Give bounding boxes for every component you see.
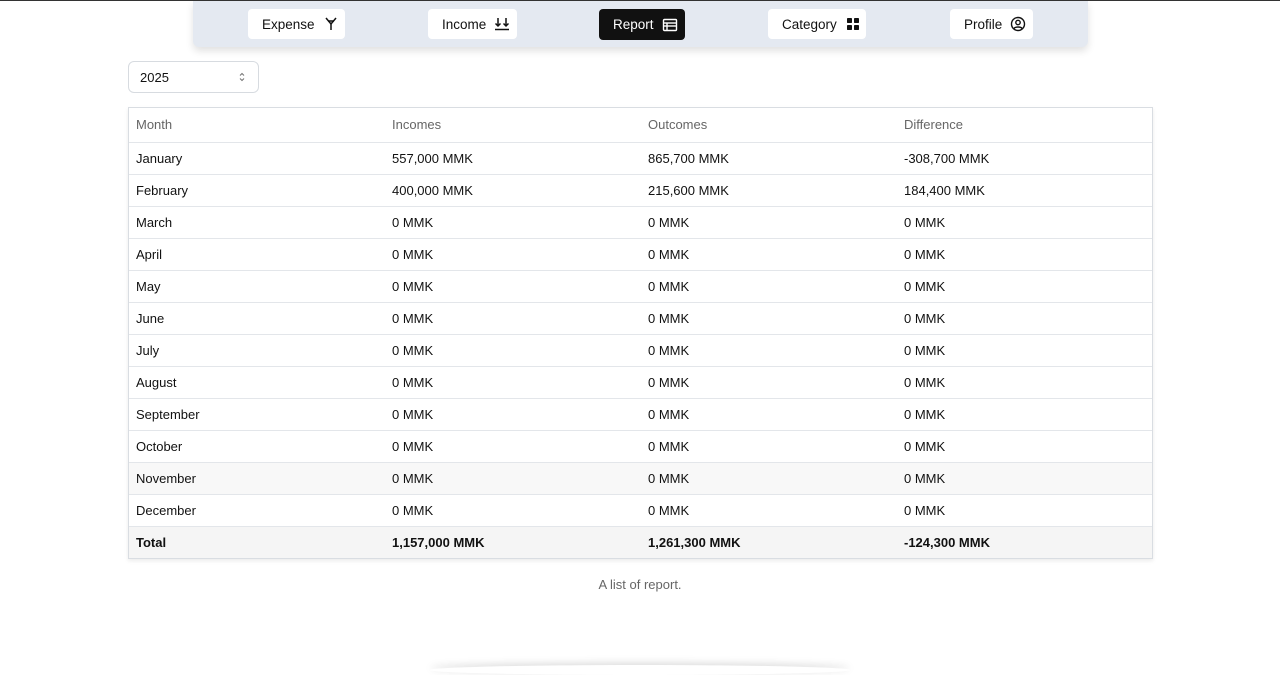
category-grid-icon <box>845 16 861 32</box>
cell-month: January <box>129 142 385 175</box>
table-row: March 0 MMK 0 MMK 0 MMK <box>129 206 1152 239</box>
header-outcomes: Outcomes <box>641 108 897 143</box>
cell-incomes: 0 MMK <box>385 270 641 303</box>
table-row: February 400,000 MMK 215,600 MMK 184,400… <box>129 174 1152 207</box>
cell-month: August <box>129 366 385 399</box>
cell-month: July <box>129 334 385 367</box>
cell-month: May <box>129 270 385 303</box>
cell-month: September <box>129 398 385 431</box>
profile-user-icon <box>1010 16 1026 32</box>
cell-incomes: 0 MMK <box>385 366 641 399</box>
cell-difference: 0 MMK <box>897 494 1152 527</box>
chevron-up-down-icon <box>238 71 246 83</box>
nav-profile-label: Profile <box>964 16 1003 32</box>
report-table-icon <box>662 17 678 33</box>
cell-incomes: 0 MMK <box>385 302 641 335</box>
cell-outcomes: 0 MMK <box>641 238 897 271</box>
cell-outcomes: 0 MMK <box>641 462 897 495</box>
cell-outcomes: 0 MMK <box>641 302 897 335</box>
cell-outcomes: 0 MMK <box>641 206 897 239</box>
table-row: September 0 MMK 0 MMK 0 MMK <box>129 398 1152 431</box>
cell-incomes: 0 MMK <box>385 430 641 463</box>
cell-difference: 0 MMK <box>897 462 1152 495</box>
table-row: January 557,000 MMK 865,700 MMK -308,700… <box>129 142 1152 175</box>
cell-month: March <box>129 206 385 239</box>
cell-month: November <box>129 462 385 495</box>
nav-income-button[interactable]: Income <box>428 9 517 39</box>
cell-incomes: 0 MMK <box>385 398 641 431</box>
cell-incomes: 0 MMK <box>385 206 641 239</box>
cell-month: February <box>129 174 385 207</box>
cell-outcomes: 0 MMK <box>641 366 897 399</box>
nav-expense-label: Expense <box>262 16 315 32</box>
table-header-row: Month Incomes Outcomes Difference <box>129 108 1152 143</box>
cell-difference: 0 MMK <box>897 366 1152 399</box>
cell-difference: 0 MMK <box>897 238 1152 271</box>
cell-incomes: 0 MMK <box>385 462 641 495</box>
cell-difference: 0 MMK <box>897 430 1152 463</box>
table-row: May 0 MMK 0 MMK 0 MMK <box>129 270 1152 303</box>
cell-outcomes: 0 MMK <box>641 494 897 527</box>
table-caption: A list of report. <box>598 577 682 592</box>
table-total-row: Total 1,157,000 MMK 1,261,300 MMK -124,3… <box>129 526 1152 558</box>
total-outcomes: 1,261,300 MMK <box>641 526 897 558</box>
cell-month: April <box>129 238 385 271</box>
table-row: October 0 MMK 0 MMK 0 MMK <box>129 430 1152 463</box>
cell-outcomes: 865,700 MMK <box>641 142 897 175</box>
cell-month: October <box>129 430 385 463</box>
cell-incomes: 0 MMK <box>385 494 641 527</box>
cell-difference: -308,700 MMK <box>897 142 1152 175</box>
table-row: December 0 MMK 0 MMK 0 MMK <box>129 494 1152 527</box>
header-month: Month <box>129 108 385 143</box>
table-row: November 0 MMK 0 MMK 0 MMK <box>129 462 1152 495</box>
table-row: April 0 MMK 0 MMK 0 MMK <box>129 238 1152 271</box>
total-label: Total <box>129 526 385 558</box>
cell-difference: 184,400 MMK <box>897 174 1152 207</box>
total-difference: -124,300 MMK <box>897 526 1152 558</box>
header-difference: Difference <box>897 108 1152 143</box>
nav-income-label: Income <box>442 16 487 32</box>
nav-expense-button[interactable]: Expense <box>248 9 345 39</box>
nav-category-button[interactable]: Category <box>768 9 866 39</box>
top-nav: Expense Income Report Category Profile <box>193 1 1088 47</box>
header-incomes: Incomes <box>385 108 641 143</box>
table-row: July 0 MMK 0 MMK 0 MMK <box>129 334 1152 367</box>
cell-incomes: 0 MMK <box>385 238 641 271</box>
cell-incomes: 0 MMK <box>385 334 641 367</box>
nav-profile-button[interactable]: Profile <box>950 9 1033 39</box>
year-select-value: 2025 <box>140 69 169 85</box>
cell-outcomes: 215,600 MMK <box>641 174 897 207</box>
cell-incomes: 400,000 MMK <box>385 174 641 207</box>
cell-outcomes: 0 MMK <box>641 334 897 367</box>
cell-difference: 0 MMK <box>897 206 1152 239</box>
nav-report-label: Report <box>613 17 654 32</box>
cell-difference: 0 MMK <box>897 302 1152 335</box>
bottom-edge-shadow <box>430 665 850 675</box>
year-select[interactable]: 2025 <box>128 61 259 93</box>
nav-category-label: Category <box>782 16 837 32</box>
nav-report-button[interactable]: Report <box>599 9 685 40</box>
cell-month: December <box>129 494 385 527</box>
report-table: Month Incomes Outcomes Difference Januar… <box>128 107 1153 559</box>
cell-difference: 0 MMK <box>897 270 1152 303</box>
table-row: August 0 MMK 0 MMK 0 MMK <box>129 366 1152 399</box>
expense-icon <box>323 16 339 32</box>
cell-difference: 0 MMK <box>897 334 1152 367</box>
income-download-icon <box>494 16 510 32</box>
cell-outcomes: 0 MMK <box>641 398 897 431</box>
cell-outcomes: 0 MMK <box>641 270 897 303</box>
cell-difference: 0 MMK <box>897 398 1152 431</box>
table-row: June 0 MMK 0 MMK 0 MMK <box>129 302 1152 335</box>
total-incomes: 1,157,000 MMK <box>385 526 641 558</box>
cell-outcomes: 0 MMK <box>641 430 897 463</box>
cell-incomes: 557,000 MMK <box>385 142 641 175</box>
cell-month: June <box>129 302 385 335</box>
